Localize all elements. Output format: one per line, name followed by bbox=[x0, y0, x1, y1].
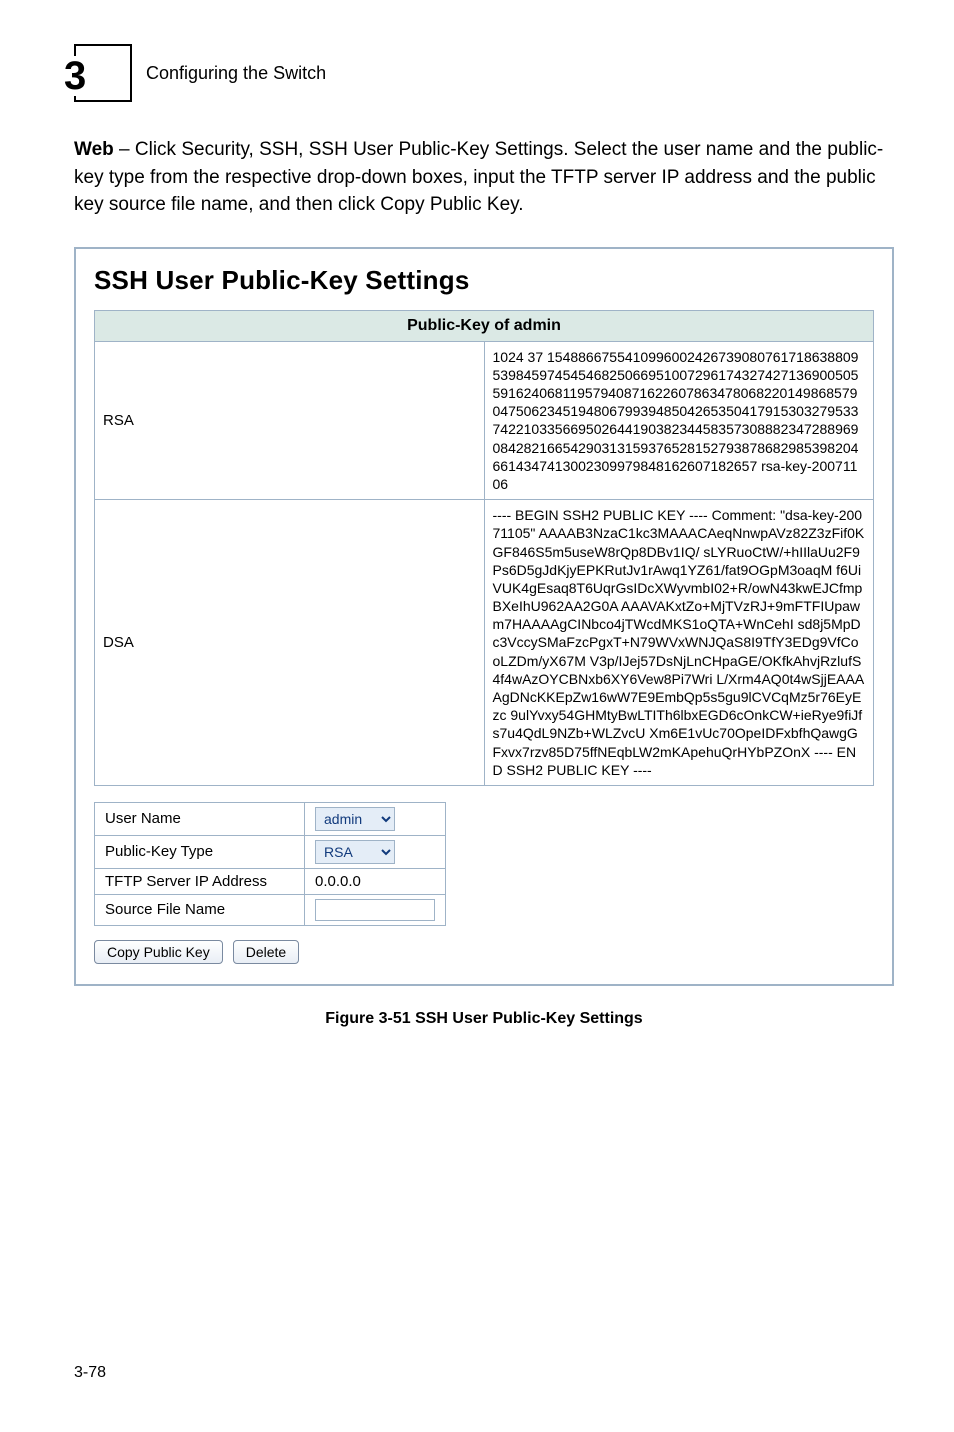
pk-row-text: 1024 37 15488667554109960024267390807617… bbox=[484, 341, 874, 500]
table-row: TFTP Server IP Address 0.0.0.0 bbox=[95, 868, 446, 894]
lead-paragraph: Web – Click Security, SSH, SSH User Publ… bbox=[74, 136, 894, 219]
source-file-input[interactable] bbox=[315, 899, 435, 921]
table-row: Public-Key Type RSA bbox=[95, 835, 446, 868]
pk-row-label: DSA bbox=[95, 500, 485, 786]
table-row: RSA 1024 37 1548866755410996002426739080… bbox=[95, 341, 874, 500]
delete-button[interactable]: Delete bbox=[233, 940, 299, 964]
page-number: 3-78 bbox=[74, 1364, 106, 1382]
form-table: User Name admin Public-Key Type RSA TFTP… bbox=[94, 802, 446, 926]
pk-row-label: RSA bbox=[95, 341, 485, 500]
panel-title: SSH User Public-Key Settings bbox=[94, 265, 874, 296]
table-row: User Name admin bbox=[95, 802, 446, 835]
figure-caption: Figure 3-51 SSH User Public-Key Settings bbox=[74, 1010, 894, 1028]
tftp-label: TFTP Server IP Address bbox=[95, 868, 305, 894]
table-row: Source File Name bbox=[95, 894, 446, 925]
copy-public-key-button[interactable]: Copy Public Key bbox=[94, 940, 223, 964]
public-key-table: Public-Key of admin RSA 1024 37 15488667… bbox=[94, 310, 874, 786]
chapter-title: Configuring the Switch bbox=[146, 63, 326, 84]
user-name-select[interactable]: admin bbox=[315, 807, 395, 831]
button-row: Copy Public Key Delete bbox=[94, 940, 874, 964]
pk-type-select[interactable]: RSA bbox=[315, 840, 395, 864]
pk-row-text: ---- BEGIN SSH2 PUBLIC KEY ---- Comment:… bbox=[484, 500, 874, 786]
user-name-label: User Name bbox=[95, 802, 305, 835]
chapter-header: 3 Configuring the Switch bbox=[74, 44, 894, 102]
tftp-value: 0.0.0.0 bbox=[305, 868, 446, 894]
chapter-badge: 3 bbox=[74, 44, 132, 102]
settings-panel: SSH User Public-Key Settings Public-Key … bbox=[74, 247, 894, 986]
chapter-number: 3 bbox=[62, 56, 88, 96]
pk-table-header: Public-Key of admin bbox=[95, 310, 874, 341]
table-row: DSA ---- BEGIN SSH2 PUBLIC KEY ---- Comm… bbox=[95, 500, 874, 786]
source-file-label: Source File Name bbox=[95, 894, 305, 925]
pk-type-label: Public-Key Type bbox=[95, 835, 305, 868]
